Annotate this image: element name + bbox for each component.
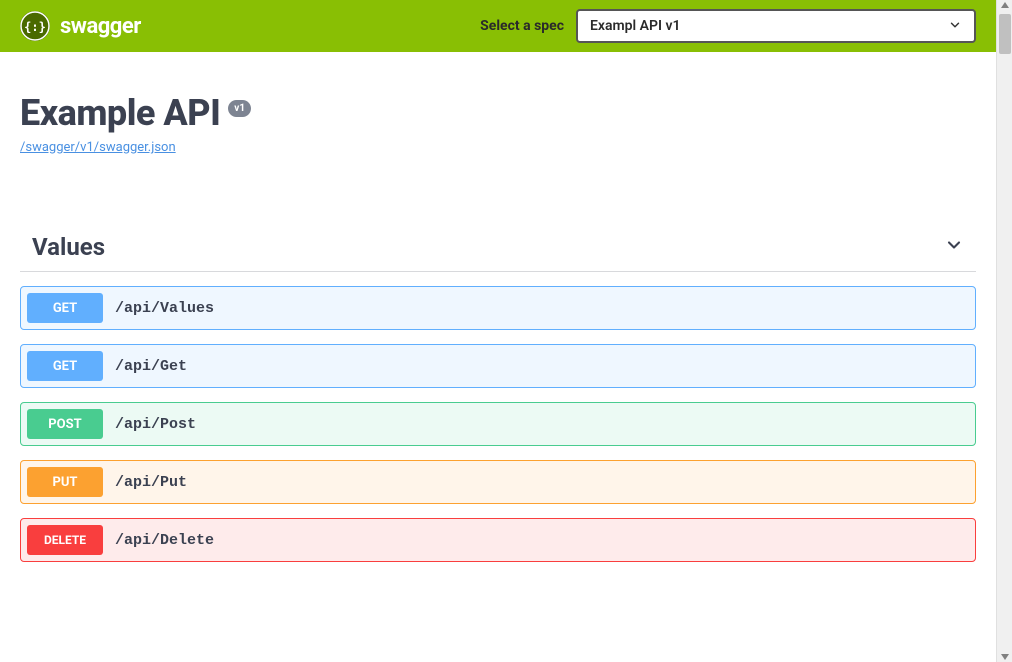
api-title: Example API: [20, 92, 220, 134]
operations-list: GET /api/Values GET /api/Get POST /api/P…: [20, 286, 976, 562]
method-badge-post: POST: [27, 409, 103, 439]
api-title-row: Example API v1: [20, 92, 976, 134]
operation-row[interactable]: DELETE /api/Delete: [20, 518, 976, 562]
scroll-up-arrow-icon[interactable]: [1001, 2, 1009, 8]
topbar: {:} swagger Select a spec Exampl API v1: [0, 0, 996, 52]
chevron-down-icon: [944, 235, 964, 259]
scroll-down-arrow-icon[interactable]: [1001, 654, 1009, 660]
operation-row[interactable]: GET /api/Get: [20, 344, 976, 388]
spec-selected-value: Exampl API v1: [590, 18, 681, 34]
swagger-logo-icon: {:}: [20, 11, 50, 41]
operation-row[interactable]: GET /api/Values: [20, 286, 976, 330]
method-badge-get: GET: [27, 293, 103, 323]
operation-path: /api/Values: [115, 300, 214, 317]
spec-label: Select a spec: [480, 18, 564, 34]
spec-selector-group: Select a spec Exampl API v1: [480, 9, 976, 43]
method-badge-put: PUT: [27, 467, 103, 497]
spec-select-dropdown[interactable]: Exampl API v1: [576, 9, 976, 43]
operation-path: /api/Post: [115, 416, 196, 433]
tag-name: Values: [32, 233, 105, 261]
operation-row[interactable]: POST /api/Post: [20, 402, 976, 446]
topbar-brand[interactable]: {:} swagger: [20, 11, 141, 41]
spec-json-link[interactable]: /swagger/v1/swagger.json: [20, 140, 176, 155]
version-badge: v1: [228, 100, 251, 117]
main-content: Example API v1 /swagger/v1/swagger.json …: [0, 52, 996, 596]
tag-header[interactable]: Values: [20, 225, 976, 272]
vertical-scrollbar[interactable]: [996, 0, 1012, 662]
chevron-down-icon: [948, 18, 962, 35]
method-badge-delete: DELETE: [27, 525, 103, 555]
operation-row[interactable]: PUT /api/Put: [20, 460, 976, 504]
operation-path: /api/Get: [115, 358, 187, 375]
tag-section: Values GET /api/Values GET /api/Get POST…: [20, 225, 976, 562]
operation-path: /api/Put: [115, 474, 187, 491]
svg-text:{:}: {:}: [24, 20, 46, 34]
method-badge-get: GET: [27, 351, 103, 381]
operation-path: /api/Delete: [115, 532, 214, 549]
scrollbar-thumb[interactable]: [999, 14, 1011, 54]
brand-text: swagger: [60, 14, 141, 39]
